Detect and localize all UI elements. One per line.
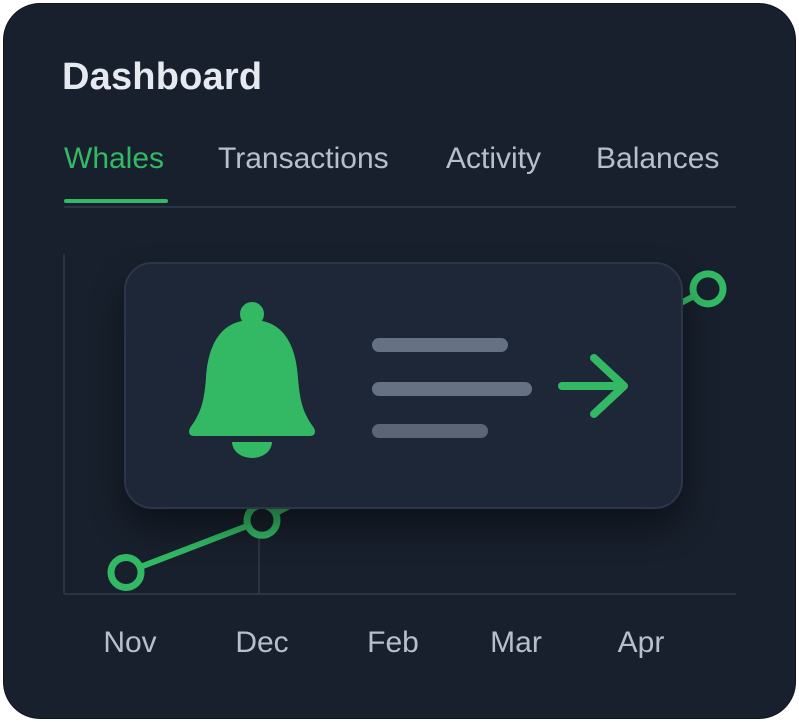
x-tick-feb: Feb (367, 626, 419, 659)
text-line-2 (372, 382, 532, 396)
bell-icon (189, 302, 315, 458)
x-tick-mar: Mar (490, 626, 542, 659)
x-tick-apr: Apr (617, 626, 665, 659)
text-line-1 (372, 338, 508, 352)
data-point-dec[interactable] (243, 501, 281, 539)
series-line-segment (123, 517, 265, 576)
dashboard-card: Dashboard Whales Transactions Activity B… (4, 4, 795, 718)
arrow-right-icon[interactable] (556, 350, 636, 422)
notification-popup[interactable] (124, 262, 683, 509)
notification-text-placeholder (372, 338, 542, 448)
x-tick-nov: Nov (103, 626, 157, 659)
text-line-3 (372, 424, 488, 438)
x-tick-dec: Dec (235, 626, 289, 659)
data-point-apr[interactable] (689, 270, 727, 308)
data-point-nov[interactable] (107, 553, 145, 591)
